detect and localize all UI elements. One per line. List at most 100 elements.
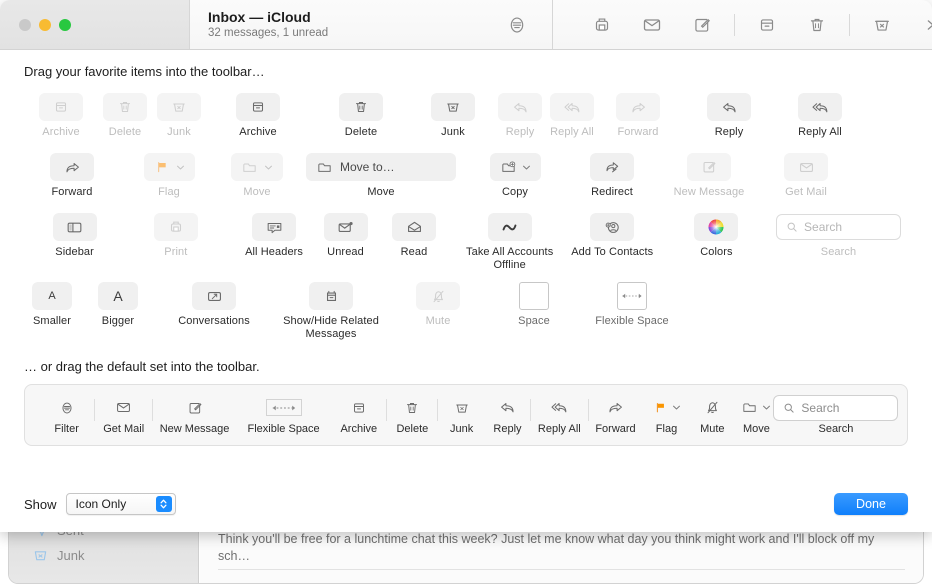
- flag-icon: [653, 396, 681, 420]
- palette-item-delete-disabled[interactable]: Delete: [98, 93, 152, 139]
- default-item-new-message[interactable]: New Message: [153, 396, 236, 435]
- new-message-icon[interactable]: [677, 14, 727, 36]
- junk-icon: [444, 98, 462, 116]
- palette-item-reply-all-disabled[interactable]: Reply All: [546, 93, 598, 139]
- close-window-button[interactable]: [19, 19, 31, 31]
- palette-item-add-to-contacts[interactable]: Add To Contacts: [561, 213, 664, 259]
- done-button[interactable]: Done: [834, 493, 908, 515]
- palette-item-redirect[interactable]: Redirect: [564, 153, 660, 199]
- default-item-mute[interactable]: Mute: [691, 396, 734, 435]
- item-chip: [192, 282, 236, 310]
- sidebar-item-junk[interactable]: Junk: [9, 543, 198, 568]
- junk-icon[interactable]: [857, 14, 907, 36]
- item-chip: [103, 93, 147, 121]
- default-item-delete[interactable]: Delete: [387, 396, 437, 435]
- move-to-text: Move to…: [340, 160, 395, 174]
- message-snippet: Think you'll be free for a lunchtime cha…: [218, 531, 905, 565]
- default-toolbar-set[interactable]: Filter Get Mail New Message Flexible Spa…: [24, 384, 908, 446]
- palette-item-all-headers[interactable]: All Headers: [226, 213, 321, 259]
- archive-icon[interactable]: [742, 14, 792, 36]
- reply-icon: [720, 98, 739, 117]
- add-contact-icon: [603, 218, 622, 237]
- chevron-down-icon[interactable]: [176, 163, 185, 172]
- palette-item-reply[interactable]: Reply: [678, 93, 780, 139]
- item-label: Redirect: [591, 186, 633, 199]
- chevron-updown-icon[interactable]: [156, 496, 172, 512]
- default-item-search[interactable]: Search Search: [779, 396, 893, 435]
- palette-item-reply-all[interactable]: Reply All: [780, 93, 860, 139]
- item-label: Get Mail: [785, 186, 827, 199]
- default-item-filter[interactable]: Filter: [39, 396, 94, 435]
- palette-item-move-disabled[interactable]: Move: [218, 153, 296, 199]
- palette-item-get-mail-disabled[interactable]: Get Mail: [758, 153, 854, 199]
- print-icon: [167, 218, 185, 236]
- item-chip: [798, 93, 842, 121]
- default-item-flexible-space[interactable]: Flexible Space: [236, 396, 331, 435]
- palette-item-reply-disabled[interactable]: Reply: [494, 93, 546, 139]
- palette-item-mute-disabled[interactable]: Mute: [390, 282, 486, 328]
- search-input[interactable]: Search: [773, 395, 898, 421]
- palette-item-print-disabled[interactable]: Print: [125, 213, 226, 259]
- item-chip: Search: [776, 213, 901, 241]
- filter-icon: [58, 396, 76, 420]
- default-item-forward[interactable]: Forward: [589, 396, 643, 435]
- chevron-down-icon[interactable]: [762, 403, 771, 412]
- filter-icon[interactable]: [506, 14, 528, 36]
- palette-item-bigger[interactable]: A Bigger: [80, 282, 156, 328]
- palette-item-show-hide-related-messages[interactable]: Show/Hide Related Messages: [272, 282, 390, 341]
- item-chip: [53, 213, 97, 241]
- default-item-reply[interactable]: Reply: [485, 396, 530, 435]
- palette-item-copy[interactable]: Copy: [466, 153, 564, 199]
- item-chip: [431, 93, 475, 121]
- item-label: Archive: [239, 126, 276, 139]
- show-dropdown[interactable]: Icon Only: [66, 493, 176, 515]
- palette-item-sidebar[interactable]: Sidebar: [24, 213, 125, 259]
- delete-icon[interactable]: [792, 14, 842, 36]
- flexible-space-icon: [620, 290, 644, 302]
- palette-item-new-message-disabled[interactable]: New Message: [660, 153, 758, 199]
- default-item-junk[interactable]: Junk: [438, 396, 485, 435]
- default-item-flag[interactable]: Flag: [642, 396, 690, 435]
- palette-item-archive[interactable]: Archive: [206, 93, 310, 139]
- move-icon: [316, 159, 333, 176]
- more-icon[interactable]: [907, 14, 932, 36]
- window-subtitle: 32 messages, 1 unread: [208, 26, 328, 41]
- default-item-archive[interactable]: Archive: [331, 396, 386, 435]
- palette-item-read[interactable]: Read: [369, 213, 458, 259]
- item-chip: [590, 153, 634, 181]
- default-item-reply-all[interactable]: Reply All: [531, 396, 588, 435]
- palette-item-space[interactable]: Space: [486, 282, 582, 328]
- get-mail-icon[interactable]: [627, 13, 677, 37]
- reply-all-icon: [811, 98, 830, 117]
- print-icon[interactable]: [577, 14, 627, 36]
- palette-item-take-all-accounts-offline[interactable]: Take All Accounts Offline: [459, 213, 561, 272]
- default-item-get-mail[interactable]: Get Mail: [95, 396, 152, 435]
- palette-item-smaller[interactable]: A Smaller: [24, 282, 80, 328]
- palette-item-junk[interactable]: Junk: [412, 93, 494, 139]
- item-label: Reply All: [798, 126, 842, 139]
- palette-item-junk-disabled[interactable]: Junk: [152, 93, 206, 139]
- palette-item-conversations[interactable]: Conversations: [156, 282, 272, 328]
- default-item-label: Filter: [54, 423, 78, 435]
- palette-item-search[interactable]: Search Search: [769, 213, 908, 259]
- palette-item-forward[interactable]: Forward: [24, 153, 120, 199]
- palette-item-archive-disabled[interactable]: Archive: [24, 93, 98, 139]
- palette-item-move-to[interactable]: Move to… Move: [296, 153, 466, 199]
- toolbar-separator: [849, 14, 850, 36]
- palette-item-colors[interactable]: Colors: [664, 213, 769, 259]
- chevron-down-icon[interactable]: [522, 163, 531, 172]
- minimize-window-button[interactable]: [39, 19, 51, 31]
- item-label: Unread: [327, 246, 364, 259]
- search-input[interactable]: Search: [776, 214, 901, 240]
- palette-item-delete[interactable]: Delete: [310, 93, 412, 139]
- default-item-label: Reply All: [538, 423, 581, 435]
- maximize-window-button[interactable]: [59, 19, 71, 31]
- palette-item-flag-disabled[interactable]: Flag: [120, 153, 218, 199]
- palette-item-forward-disabled[interactable]: Forward: [598, 93, 678, 139]
- palette-item-flexible-space[interactable]: Flexible Space: [582, 282, 682, 328]
- default-item-move[interactable]: Move: [734, 396, 779, 435]
- chevron-down-icon[interactable]: [672, 403, 681, 412]
- palette-item-unread[interactable]: Unread: [322, 213, 370, 259]
- chevron-down-icon[interactable]: [264, 163, 273, 172]
- titlebar-title-area: Inbox — iCloud 32 messages, 1 unread: [190, 0, 553, 49]
